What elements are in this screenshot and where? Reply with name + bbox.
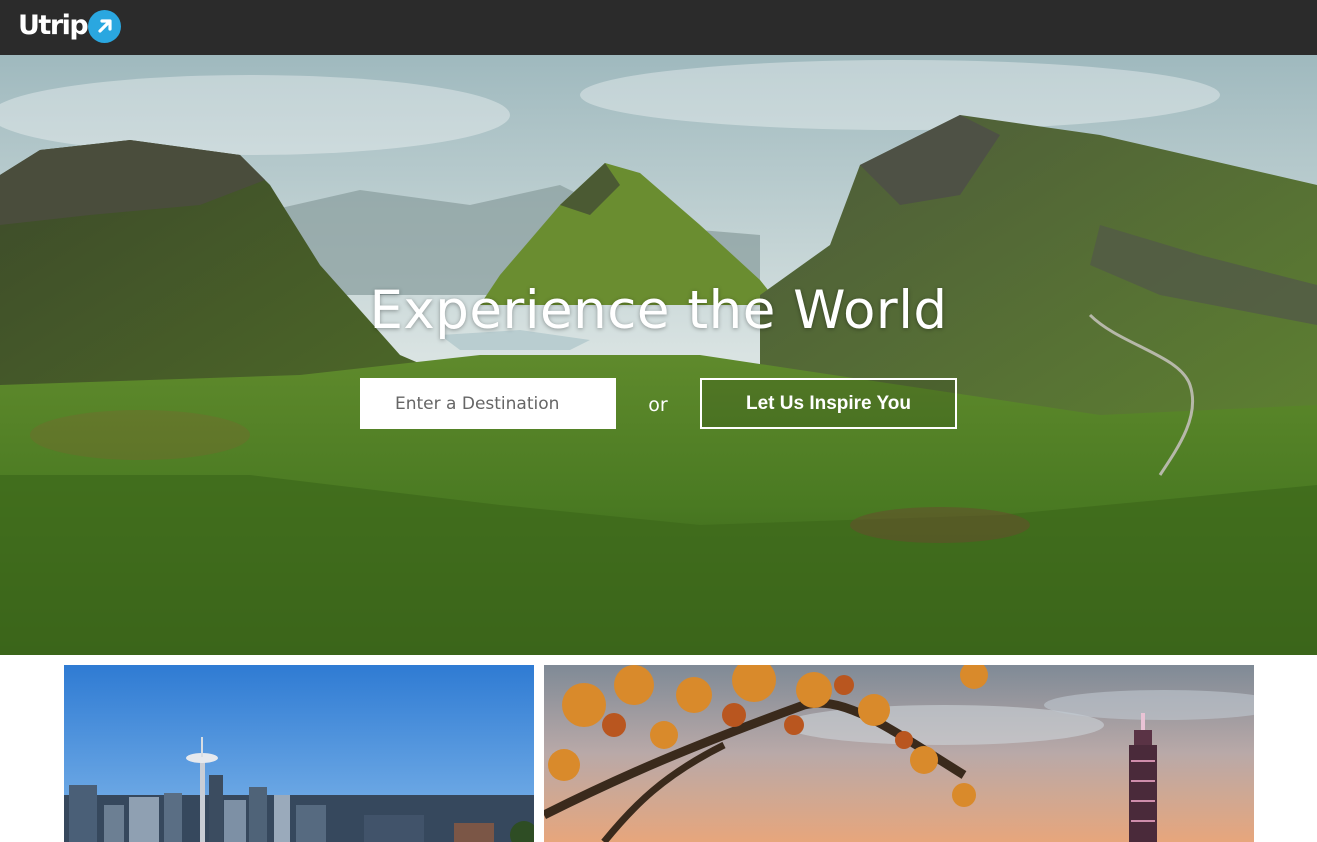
logo-wordmark: Utrip xyxy=(18,9,89,41)
destination-search-input[interactable] xyxy=(360,378,616,429)
hero-title: Experience the World xyxy=(369,280,948,341)
destination-card-city[interactable] xyxy=(64,665,534,842)
autumn-tower-sunset-image xyxy=(544,665,1254,842)
let-us-inspire-you-button[interactable]: Let Us Inspire You xyxy=(700,378,957,429)
destination-card-taipei[interactable] xyxy=(544,665,1254,842)
utrip-logo[interactable]: Utrip xyxy=(18,7,122,43)
city-skyline-image xyxy=(64,665,534,842)
top-navigation-bar: Utrip xyxy=(0,0,1317,55)
arrow-up-right-icon xyxy=(88,9,122,43)
hero-banner: Experience the World or Let Us Inspire Y… xyxy=(0,55,1317,655)
or-separator: or xyxy=(648,394,668,416)
hero-background-image xyxy=(0,55,1317,655)
